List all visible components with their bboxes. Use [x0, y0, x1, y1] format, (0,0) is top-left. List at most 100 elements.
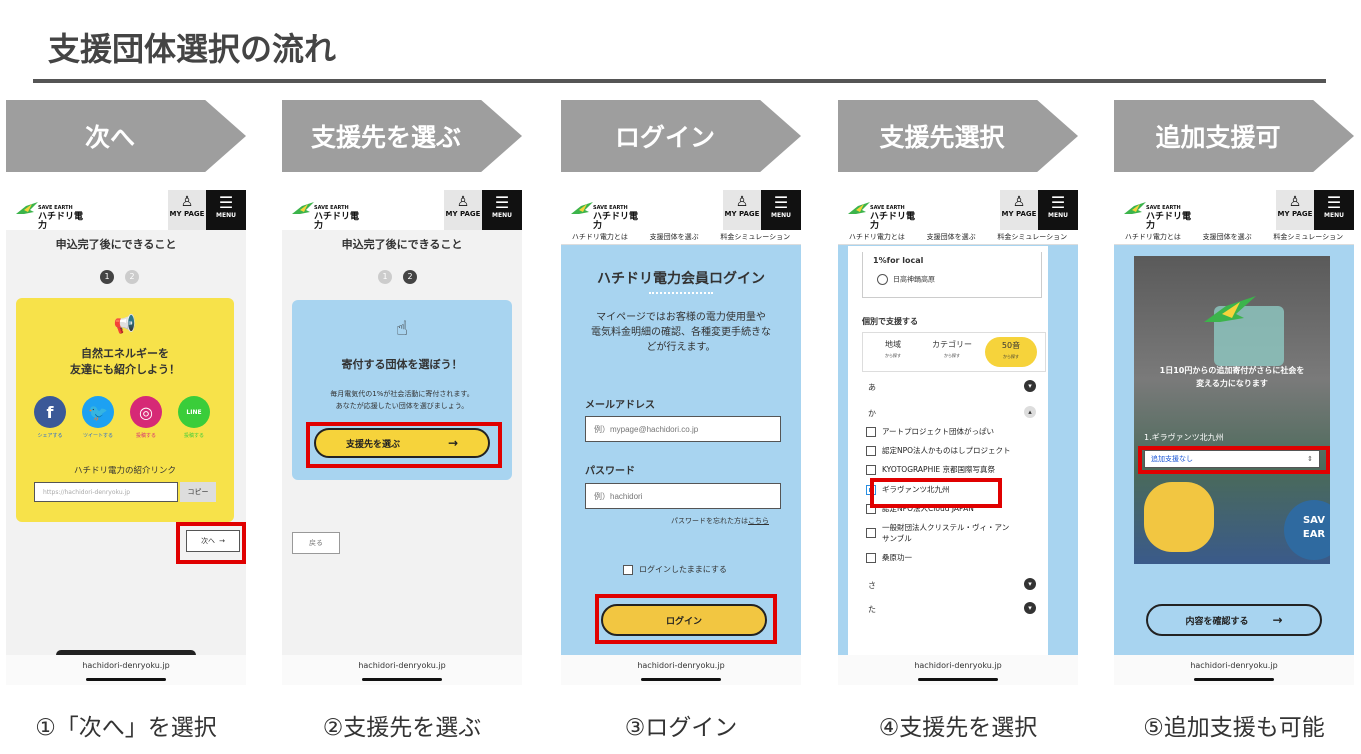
org-option[interactable]: 桑原功一: [866, 552, 912, 563]
nav-link[interactable]: ハチドリ電力とは: [1125, 232, 1181, 242]
mypage-button[interactable]: ♙ MY PAGE: [1276, 190, 1314, 230]
kana-row[interactable]: さ: [868, 580, 876, 591]
pager-dot-1[interactable]: 1: [100, 270, 114, 284]
password-field[interactable]: [585, 483, 781, 509]
menu-button[interactable]: ☰ MENU: [482, 190, 522, 230]
dotted-divider: [649, 292, 713, 294]
sub-navigation: ハチドリ電力とは 支援団体を選ぶ 料金シミュレーション: [1114, 230, 1354, 245]
hachidori-logo[interactable]: SAVE EARTH ハチドリ電力: [290, 200, 360, 231]
email-field[interactable]: [585, 416, 781, 442]
org-option[interactable]: アートプロジェクト団体がっぱい: [866, 426, 994, 437]
donation-overlay-text: 1日10円からの追加寄付がさらに社会を 変える力になります: [1159, 366, 1305, 388]
phone-header: SAVE EARTH ハチドリ電力 ♙ MY PAGE ☰ MENU: [561, 190, 801, 231]
keep-login-checkbox[interactable]: [623, 564, 633, 575]
login-heading: ハチドリ電力会員ログイン: [597, 271, 765, 287]
referral-link-field[interactable]: https://hachidori-denryoku.jp: [34, 482, 178, 502]
nav-link[interactable]: ハチドリ電力とは: [849, 232, 905, 242]
kana-row[interactable]: あ: [868, 382, 876, 393]
back-button[interactable]: 戻る: [292, 532, 340, 554]
phone-screen-5: SAVE EARTH ハチドリ電力 ♙ MY PAGE ☰ MENU ハチドリ電力とは…: [1114, 190, 1354, 685]
mypage-button[interactable]: ♙ MY PAGE: [168, 190, 206, 230]
step-caption: ⑤追加支援も可能: [1143, 715, 1325, 741]
chevron-down-icon[interactable]: ▾: [1024, 578, 1036, 590]
tab-category[interactable]: カテゴリー から探す: [925, 339, 979, 359]
section-title: 個別で支援する: [862, 317, 918, 326]
keep-login[interactable]: ログインしたままにする: [623, 564, 727, 575]
pager-dot-1[interactable]: 1: [378, 270, 392, 284]
checkbox[interactable]: [866, 427, 876, 437]
kana-row[interactable]: た: [868, 604, 876, 615]
radio-option[interactable]: 日高神鍋高原: [877, 274, 935, 285]
twitter-icon[interactable]: 🐦: [82, 396, 114, 428]
instagram-icon[interactable]: ◎: [130, 396, 162, 428]
hummingbird-icon: [1124, 202, 1146, 214]
chevron-down-icon[interactable]: ▾: [1024, 602, 1036, 614]
phone-screen-4: SAVE EARTH ハチドリ電力 ♙ MY PAGE ☰ MENU ハチドリ電力とは…: [838, 190, 1078, 685]
mypage-button[interactable]: ♙ MY PAGE: [444, 190, 482, 230]
menu-button[interactable]: ☰ MENU: [1314, 190, 1354, 230]
mypage-button[interactable]: ♙ MY PAGE: [723, 190, 761, 230]
hamburger-icon: ☰: [1050, 193, 1066, 212]
nav-link[interactable]: ハチドリ電力とは: [572, 232, 628, 242]
highlight-box: [176, 522, 246, 564]
tab-kana[interactable]: 50音 から探す: [985, 337, 1037, 367]
phone-header: SAVE EARTH ハチドリ電力 ♙ MY PAGE ☰ MENU: [1114, 190, 1354, 231]
share-label: シェアする: [37, 433, 63, 439]
hand-pointer-icon: ☝: [395, 316, 409, 340]
pager: 1 2: [378, 264, 418, 284]
step-2: 支援先を選ぶ SAVE EARTH ハチドリ電力 ♙ MY PAGE ☰ MENU 申…: [282, 100, 522, 754]
checkbox[interactable]: [866, 528, 876, 538]
hachidori-logo[interactable]: SAVE EARTH ハチドリ電力: [846, 200, 916, 231]
hachidori-logo[interactable]: SAVE EARTH ハチドリ電力: [1122, 200, 1192, 231]
checkbox[interactable]: [866, 465, 876, 475]
local-section: 1%for local 日高神鍋高原: [862, 252, 1042, 298]
sub-navigation: ハチドリ電力とは 支援団体を選ぶ 料金シミュレーション: [838, 230, 1078, 245]
checkbox[interactable]: [866, 446, 876, 456]
confirm-button[interactable]: 内容を確認する →: [1146, 604, 1322, 636]
chevron-down-icon[interactable]: ▾: [1024, 380, 1036, 392]
search-tabs: 地域 から探す カテゴリー から探す 50音 から探す: [862, 332, 1046, 372]
nav-link[interactable]: 料金シミュレーション: [997, 232, 1067, 242]
pager-dot-2[interactable]: 2: [403, 270, 418, 284]
hachidori-logo[interactable]: SAVE EARTH ハチドリ電力: [569, 200, 639, 231]
browser-url-bar: hachidori-denryoku.jp: [1114, 655, 1354, 685]
checkbox[interactable]: [866, 553, 876, 563]
copy-button[interactable]: コピー: [180, 482, 216, 502]
nav-link[interactable]: 支援団体を選ぶ: [650, 232, 699, 242]
nav-link[interactable]: 支援団体を選ぶ: [1203, 232, 1252, 242]
facebook-icon[interactable]: f: [34, 396, 66, 428]
hummingbird-icon: [292, 202, 314, 214]
nav-link[interactable]: 料金シミュレーション: [720, 232, 790, 242]
step-caption: ④支援先を選択: [878, 715, 1038, 741]
browser-url-bar: hachidori-denryoku.jp: [561, 655, 801, 685]
nav-link[interactable]: 料金シミュレーション: [1273, 232, 1343, 242]
tab-region[interactable]: 地域 から探す: [869, 339, 917, 359]
org-option[interactable]: 認定NPO法人かものはしプロジェクト: [866, 445, 1011, 456]
line-icon[interactable]: LINE: [178, 396, 210, 428]
sub-navigation: ハチドリ電力とは 支援団体を選ぶ 料金シミュレーション: [561, 230, 801, 245]
forgot-password: パスワードを忘れた方はこちら: [671, 517, 769, 525]
menu-button[interactable]: ☰ MENU: [761, 190, 801, 230]
browser-url-bar: hachidori-denryoku.jp: [282, 655, 522, 685]
nav-link[interactable]: 支援団体を選ぶ: [927, 232, 976, 242]
mypage-button[interactable]: ♙ MY PAGE: [1000, 190, 1038, 230]
bottle-photo: [1144, 482, 1214, 552]
forgot-password-link[interactable]: こちら: [748, 517, 769, 525]
highlight-box: [870, 478, 1002, 508]
hamburger-icon: ☰: [773, 193, 789, 212]
kana-row[interactable]: か: [868, 408, 876, 419]
page-title: 支援団体選択の流れ: [48, 30, 337, 68]
menu-button[interactable]: ☰ MENU: [206, 190, 246, 230]
megaphone-icon: 📢: [113, 314, 137, 335]
hachidori-logo[interactable]: SAVE EARTH ハチドリ電力: [14, 200, 84, 231]
hamburger-icon: ☰: [494, 193, 510, 212]
org-option[interactable]: KYOTOGRAPHIE 京都国際写真祭: [866, 464, 995, 475]
radio-button[interactable]: [877, 274, 888, 285]
menu-button[interactable]: ☰ MENU: [1038, 190, 1078, 230]
pager-dot-2[interactable]: 2: [125, 270, 140, 284]
chevron-up-icon[interactable]: ▴: [1024, 406, 1036, 418]
hummingbird-icon: [16, 202, 38, 214]
card-title: 寄付する団体を選ぼう！: [341, 358, 463, 371]
supporter-photo: 1日10円からの追加寄付がさらに社会を 変える力になります 1.ギラヴァンツ北九…: [1134, 256, 1330, 564]
org-option[interactable]: 一般財団法人クリステル・ヴィ・アン サンブル: [866, 522, 1009, 544]
